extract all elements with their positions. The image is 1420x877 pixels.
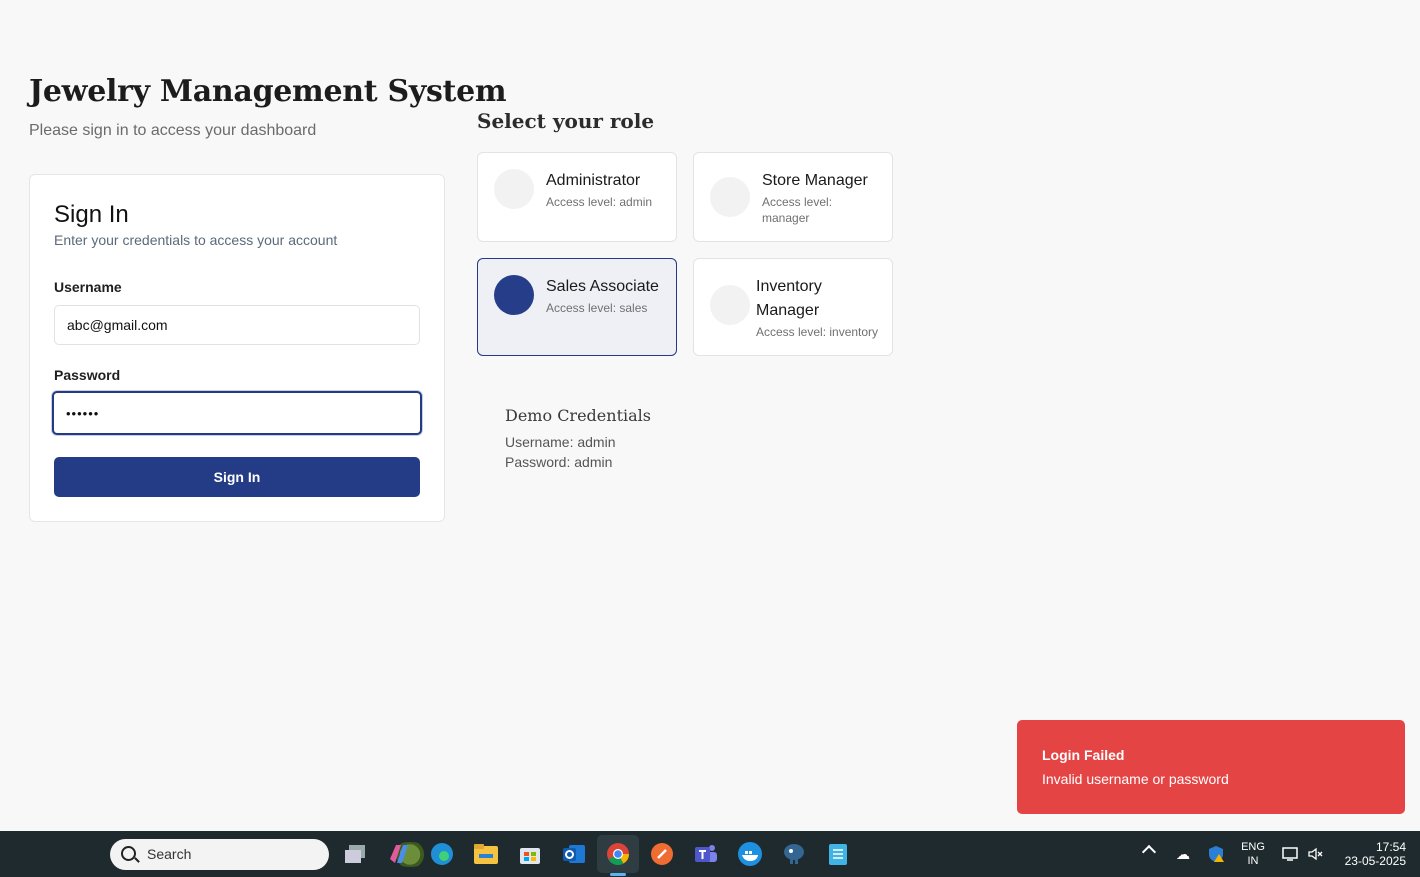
system-clock[interactable]: 17:54 23-05-2025	[1336, 840, 1406, 868]
outlook-icon[interactable]	[559, 839, 589, 869]
taskbar: Search ☁ ENG IN 17:54 23-05-2025	[0, 831, 1420, 877]
search-label: Search	[147, 846, 192, 862]
demo-password: Password: admin	[505, 454, 613, 470]
toast-message: Invalid username or password	[1042, 771, 1229, 787]
signin-button[interactable]: Sign In	[54, 457, 420, 497]
copilot-icon[interactable]	[384, 839, 414, 869]
username-label: Username	[54, 279, 122, 295]
teams-icon[interactable]	[691, 839, 721, 869]
signin-title: Sign In	[54, 201, 129, 228]
volume-muted-icon[interactable]	[1307, 845, 1325, 863]
role-card-inventory-manager[interactable]: Inventory Manager Access level: inventor…	[693, 258, 893, 356]
role-access-level: Access level: inventory	[756, 325, 879, 339]
search-icon	[121, 846, 136, 861]
role-card-store-manager[interactable]: Store Manager Access level: manager	[693, 152, 893, 242]
taskbar-search[interactable]: Search	[110, 839, 432, 870]
toast-title: Login Failed	[1042, 747, 1125, 763]
task-view-icon[interactable]	[340, 839, 370, 869]
file-explorer-icon[interactable]	[471, 839, 501, 869]
app-subtitle: Please sign in to access your dashboard	[29, 122, 317, 139]
role-card-administrator[interactable]: Administrator Access level: admin	[477, 152, 677, 242]
username-input[interactable]	[54, 305, 420, 345]
role-avatar	[710, 285, 750, 325]
app-title: Jewelry Management System	[29, 74, 507, 109]
chrome-icon[interactable]	[603, 839, 633, 869]
store-icon[interactable]	[515, 839, 545, 869]
role-avatar	[494, 275, 534, 315]
role-name: Sales Associate	[546, 278, 659, 295]
role-card-sales-associate[interactable]: Sales Associate Access level: sales	[477, 258, 677, 356]
role-access-level: Access level: manager	[762, 195, 833, 225]
password-input[interactable]	[52, 391, 422, 435]
role-access-level: Access level: admin	[546, 195, 653, 209]
pgadmin-icon[interactable]	[779, 839, 809, 869]
postman-icon[interactable]	[647, 839, 677, 869]
role-heading: Select your role	[477, 109, 655, 133]
clock-time: 17:54	[1375, 840, 1406, 854]
role-access-level: Access level: sales	[546, 301, 648, 315]
windows-start-icon[interactable]	[71, 841, 97, 867]
edge-icon[interactable]	[427, 839, 457, 869]
show-hidden-icons-chevron-icon[interactable]	[1141, 844, 1157, 860]
signin-card: Sign In Enter your credentials to access…	[29, 174, 445, 522]
active-app-indicator	[610, 873, 626, 876]
clock-date: 23-05-2025	[1344, 854, 1406, 868]
cloud-off-icon[interactable]: ☁	[1174, 845, 1192, 863]
notepad-icon[interactable]	[823, 839, 853, 869]
language-code: ENG	[1241, 841, 1265, 853]
network-icon[interactable]	[1281, 845, 1299, 863]
region-code: IN	[1247, 855, 1259, 867]
role-name: Store Manager	[762, 172, 868, 189]
demo-username: Username: admin	[505, 434, 616, 450]
role-avatar	[710, 177, 750, 217]
shield-warning-icon[interactable]	[1207, 845, 1225, 863]
language-indicator[interactable]: ENG IN	[1238, 840, 1268, 868]
docker-icon[interactable]	[735, 839, 765, 869]
password-label: Password	[54, 367, 121, 383]
role-name: Administrator	[546, 172, 641, 189]
role-name: Inventory Manager	[756, 278, 822, 319]
error-toast[interactable]: Login Failed Invalid username or passwor…	[1017, 720, 1405, 814]
role-avatar	[494, 169, 534, 209]
signin-description: Enter your credentials to access your ac…	[54, 232, 338, 248]
demo-credentials-title: Demo Credentials	[505, 406, 651, 425]
